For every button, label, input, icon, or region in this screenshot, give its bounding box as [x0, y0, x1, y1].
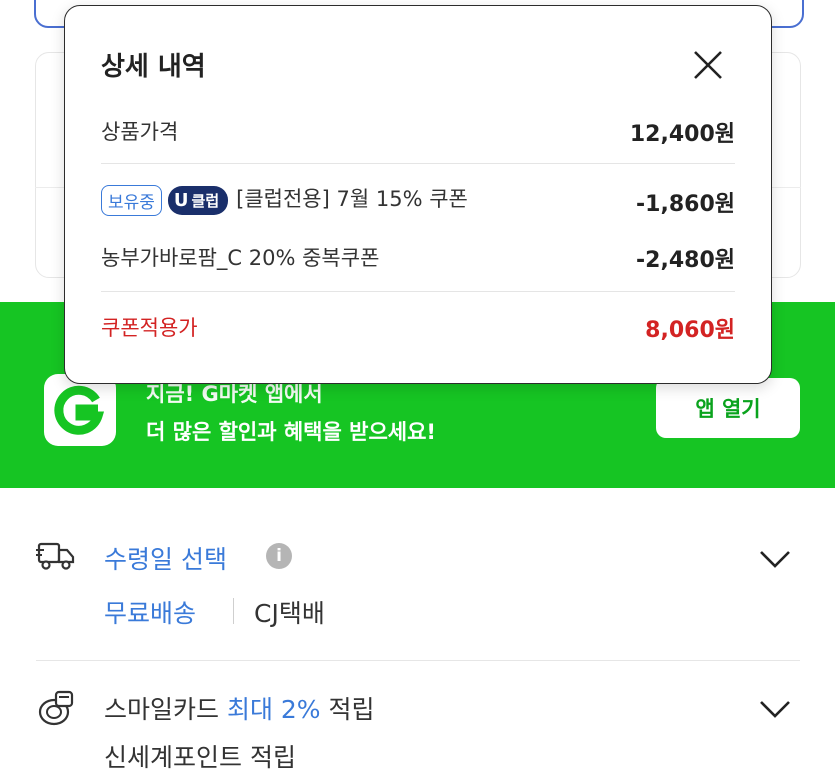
detail-popup: 상세 내역 상품가격 12,400원 보유중 U 클럽 [클럽전용] 7월 15% 쿠… [64, 5, 772, 384]
coupon-2-value: -2,480원 [636, 248, 735, 273]
divider [36, 660, 800, 661]
chevron-down-icon[interactable] [758, 698, 792, 720]
final-price-value: 8,060원 [645, 318, 735, 343]
coupon-1-row: 보유중 U 클럽 [클럽전용] 7월 15% 쿠폰 [101, 183, 468, 216]
coin-card-icon [38, 690, 74, 726]
coupon-2-label: 농부가바로팜_C 20% 중복쿠폰 [101, 246, 380, 270]
banner-line-2: 더 많은 할인과 혜택을 받으세요! [146, 420, 436, 444]
price-label: 상품가격 [101, 120, 179, 144]
delivery-date-select[interactable]: 수령일 선택 [104, 540, 227, 576]
card-title-suffix: 적립 [320, 695, 375, 724]
card-title-prefix: 스마일카드 [104, 695, 227, 724]
free-shipping-label: 무료배송 [104, 599, 197, 628]
separator [233, 598, 234, 624]
final-price-label: 쿠폰적용가 [101, 316, 198, 340]
divider [101, 163, 735, 164]
club-badge-u: U [173, 189, 189, 211]
club-badge-text: 클럽 [191, 191, 220, 210]
carrier-label: CJ택배 [254, 599, 325, 628]
coupon-1-value: -1,860원 [636, 192, 735, 217]
divider [101, 291, 735, 292]
smile-card-benefit: 스마일카드 최대 2% 적립 [104, 690, 375, 726]
price-value: 12,400원 [629, 122, 735, 147]
close-icon[interactable] [691, 48, 725, 82]
gmarket-logo-icon [44, 374, 116, 446]
card-title-highlight: 최대 2% [226, 695, 321, 724]
popup-title: 상세 내역 [101, 52, 206, 82]
coupon-1-label: [클럽전용] 7월 15% 쿠폰 [236, 187, 468, 211]
delivery-truck-icon [36, 542, 75, 570]
info-icon[interactable]: i [266, 543, 292, 569]
club-badge: U 클럽 [167, 185, 229, 215]
shinsegae-point-label: 신세계포인트 적립 [104, 743, 296, 772]
open-app-button[interactable]: 앱 열기 [656, 378, 800, 438]
owned-badge: 보유중 [101, 184, 162, 216]
chevron-down-icon[interactable] [758, 548, 792, 570]
